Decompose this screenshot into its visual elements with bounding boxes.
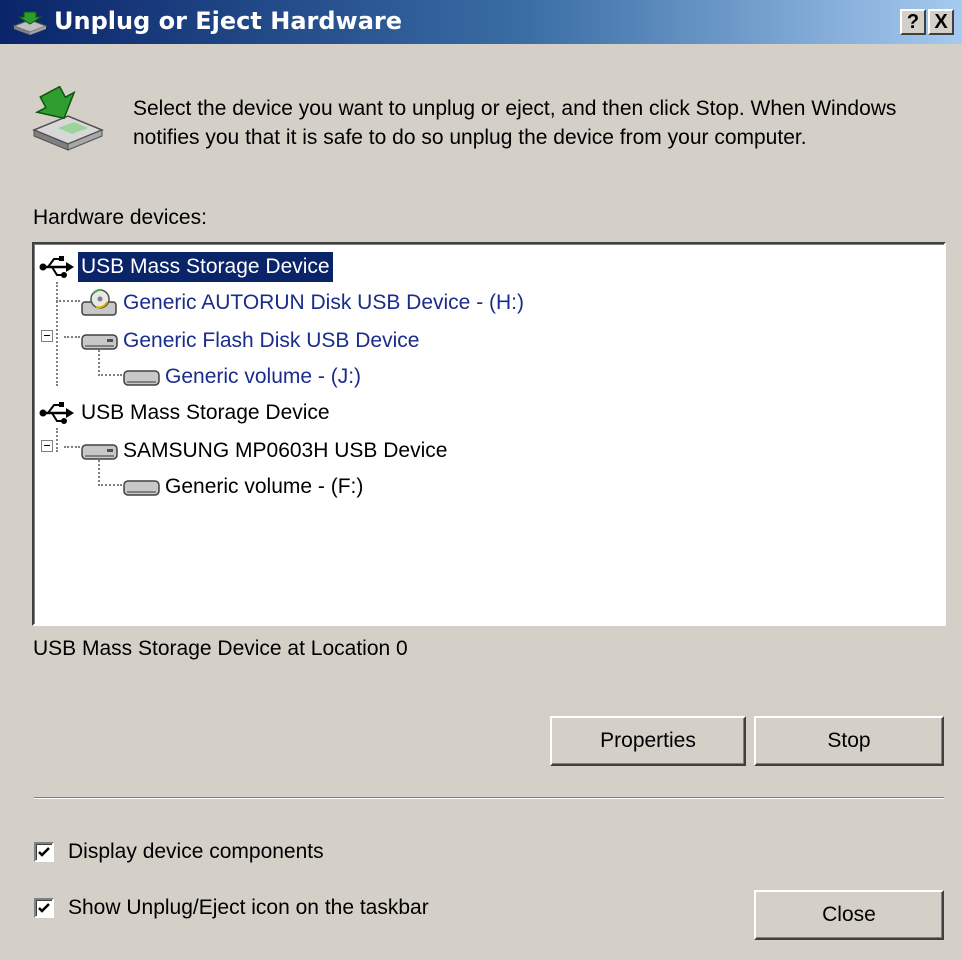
help-button[interactable]: ? [900, 9, 926, 35]
device-location-text: USB Mass Storage Device at Location 0 [33, 637, 408, 660]
tree-connector [56, 428, 58, 452]
volume-icon [123, 370, 160, 386]
tree-node-usb-mass-storage[interactable]: USB Mass Storage Device [38, 250, 333, 284]
tree-node-label: Generic AUTORUN Disk USB Device - (H:) [123, 291, 525, 314]
show-eject-icon-checkbox-row[interactable]: Show Unplug/Eject icon on the taskbar [34, 896, 429, 920]
window-title: Unplug or Eject Hardware [54, 7, 403, 35]
title-bar[interactable]: Unplug or Eject Hardware ? X [0, 0, 962, 44]
checkbox-label: Display device components [68, 840, 324, 863]
volume-icon [123, 480, 160, 496]
tree-node-volume-j[interactable]: Generic volume - (J:) [122, 360, 364, 394]
tree-connector [98, 374, 122, 376]
tree-connector [56, 282, 58, 386]
usb-icon [39, 256, 74, 278]
cd-drive-icon [81, 288, 117, 316]
unplug-eject-dialog: Unplug or Eject Hardware ? X Select the … [0, 0, 962, 960]
tree-connector [64, 446, 80, 448]
tree-node-usb-mass-storage[interactable]: USB Mass Storage Device [38, 396, 333, 430]
close-window-button[interactable]: X [928, 9, 954, 35]
display-components-checkbox[interactable] [34, 842, 54, 862]
show-eject-icon-checkbox[interactable] [34, 898, 54, 918]
tree-node-label: Generic Flash Disk USB Device [123, 329, 420, 352]
collapse-toggle[interactable] [41, 330, 53, 342]
tree-node-label: Generic volume - (F:) [165, 475, 364, 498]
tree-node-samsung-disk[interactable]: SAMSUNG MP0603H USB Device [80, 434, 450, 468]
disk-drive-icon [81, 334, 118, 350]
close-button[interactable]: Close [754, 890, 944, 940]
tree-node-flash-disk[interactable]: Generic Flash Disk USB Device [80, 324, 422, 358]
tree-node-autorun-disk[interactable]: Generic AUTORUN Disk USB Device - (H:) [80, 286, 527, 320]
eject-hardware-icon [12, 11, 48, 35]
hardware-devices-tree[interactable]: USB Mass Storage Device Generic AUTORUN … [32, 242, 946, 626]
usb-icon [39, 402, 74, 424]
tree-connector [98, 484, 122, 486]
checkmark-icon [38, 847, 50, 857]
display-components-checkbox-row[interactable]: Display device components [34, 840, 324, 864]
properties-button[interactable]: Properties [550, 716, 746, 766]
instructions-text: Select the device you want to unplug or … [133, 97, 897, 149]
checkbox-label: Show Unplug/Eject icon on the taskbar [68, 896, 429, 919]
tree-node-label: USB Mass Storage Device [81, 401, 330, 424]
tree-node-label: Generic volume - (J:) [165, 365, 362, 388]
checkmark-icon [38, 903, 50, 913]
tree-node-label: SAMSUNG MP0603H USB Device [123, 439, 448, 462]
separator [34, 797, 944, 799]
stop-button[interactable]: Stop [754, 716, 944, 766]
disk-drive-icon [81, 444, 118, 460]
tree-node-label: USB Mass Storage Device [78, 252, 333, 282]
tree-connector [64, 336, 80, 338]
collapse-toggle[interactable] [41, 440, 53, 452]
eject-hardware-icon [32, 86, 104, 151]
hardware-devices-label: Hardware devices: [33, 206, 207, 229]
tree-node-volume-f[interactable]: Generic volume - (F:) [122, 470, 366, 504]
tree-connector [56, 300, 80, 302]
